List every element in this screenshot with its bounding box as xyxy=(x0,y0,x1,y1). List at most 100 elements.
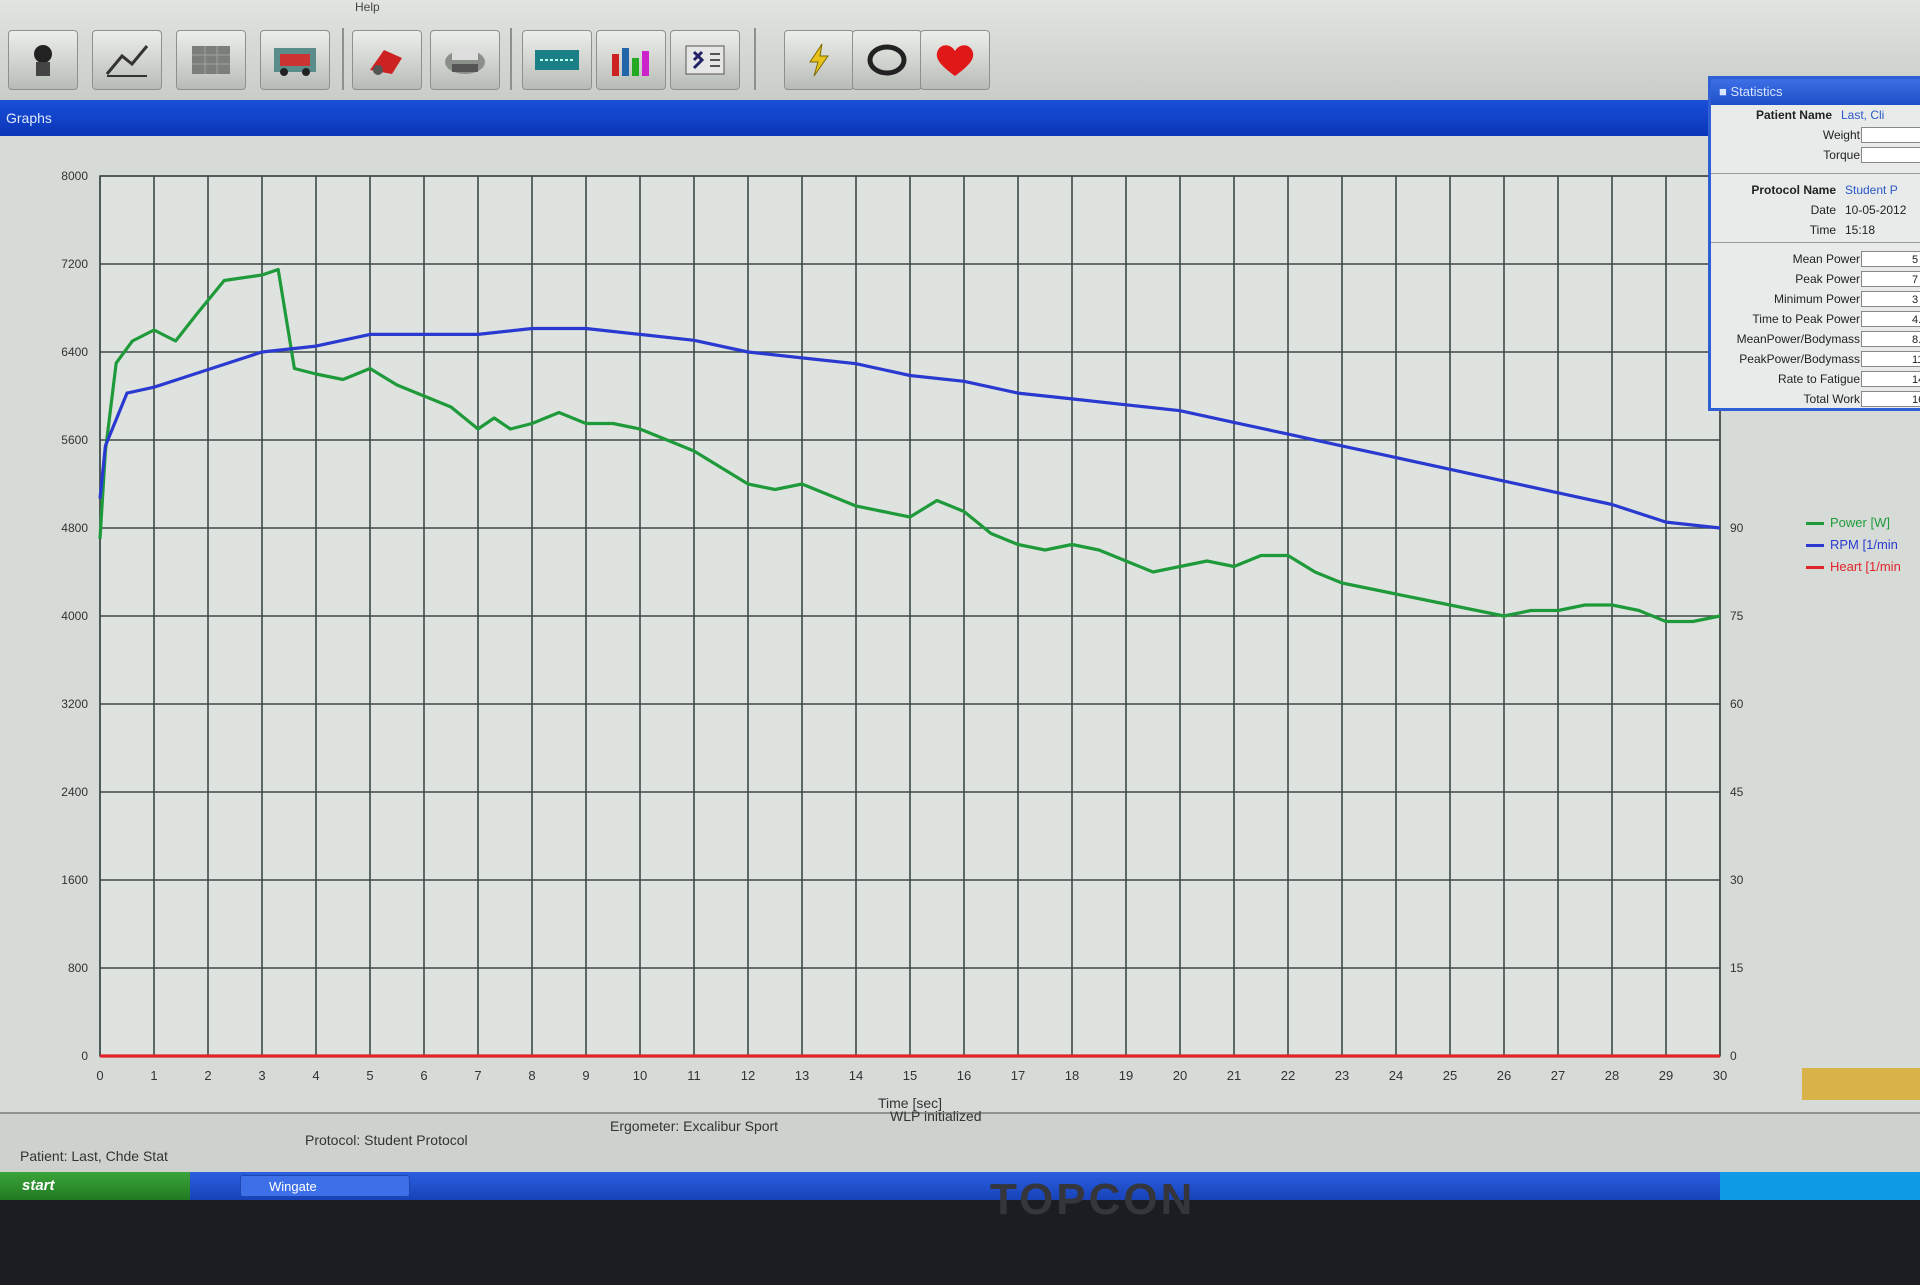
x-tick-label: 7 xyxy=(474,1068,481,1083)
menu-bar: Help xyxy=(0,0,1920,16)
x-tick-label: 22 xyxy=(1281,1068,1295,1083)
stat-label: Weight xyxy=(1822,128,1860,142)
y-left-tick-label: 2400 xyxy=(61,785,88,799)
x-tick-label: 9 xyxy=(582,1068,589,1083)
y-left-tick-label: 800 xyxy=(68,961,88,975)
stat-value: Student P xyxy=(1845,183,1898,197)
taskbar-item-wingate[interactable]: Wingate xyxy=(240,1175,410,1197)
stat-label: MeanPower/Bodymass xyxy=(1736,332,1860,346)
toolbar-button-ring[interactable] xyxy=(852,30,922,90)
stat-rows: Mean Power 5 Peak Power 7 Minimum Power 3 Time… xyxy=(1711,249,1920,408)
x-tick-label: 15 xyxy=(903,1068,917,1083)
stat-label: Total Work xyxy=(1803,392,1860,406)
y-right-tick-label: 0 xyxy=(1730,1049,1737,1063)
legend-swatch xyxy=(1806,522,1824,526)
toolbar-button-print[interactable] xyxy=(430,30,500,90)
stat-row: Peak Power 7 xyxy=(1711,269,1920,289)
stat-label: Rate to Fatigue xyxy=(1777,372,1860,386)
toolbar-separator xyxy=(510,28,512,90)
line-chart: 0 1 2 3 4 5 6 7 8 9 10 11 12 13 14 15 16 17 18 19 20 21 22 23 24… xyxy=(61,169,1744,1111)
stat-date-row: Date 10-05-2012 xyxy=(1711,200,1920,220)
menu-help[interactable]: Help xyxy=(355,0,380,14)
export-icon xyxy=(685,45,725,75)
y-left-tick-label: 3200 xyxy=(61,697,88,711)
x-tick-label: 17 xyxy=(1011,1068,1025,1083)
x-tick-label: 29 xyxy=(1659,1068,1673,1083)
ring-icon xyxy=(867,44,907,76)
stat-weight-field xyxy=(1861,127,1920,143)
y-left-tick-label: 0 xyxy=(81,1049,88,1063)
y-left-tick-label: 1600 xyxy=(61,873,88,887)
toolbar-button-data[interactable] xyxy=(522,30,592,90)
y-left-tick-label: 8000 xyxy=(61,169,88,183)
legend-swatch xyxy=(1806,566,1824,570)
system-tray xyxy=(1720,1172,1920,1200)
stat-weight-row: Weight xyxy=(1711,125,1920,145)
stat-label: Patient Name xyxy=(1755,108,1832,122)
status-bar: Patient: Last, Chde Stat Protocol: Stude… xyxy=(0,1108,1920,1174)
stat-label: Protocol Name xyxy=(1751,183,1836,197)
y-right-tick-label: 75 xyxy=(1730,609,1744,623)
x-tick-label: 21 xyxy=(1227,1068,1241,1083)
stat-patient-row: Patient Name Last, Cli xyxy=(1711,105,1920,125)
status-patient: Patient: Last, Chde Stat xyxy=(20,1148,168,1164)
status-ergometer: Ergometer: Excalibur Sport xyxy=(610,1118,779,1134)
toolbar: Help xyxy=(0,0,1920,102)
toolbar-button-bar-chart[interactable] xyxy=(596,30,666,90)
patient-icon xyxy=(34,45,52,76)
x-tick-label: 20 xyxy=(1173,1068,1187,1083)
stat-row: PeakPower/Bodymass11. xyxy=(1711,349,1920,369)
chart-legend: Power [W] RPM [1/min Heart [1/min xyxy=(1806,512,1901,578)
x-tick-label: 27 xyxy=(1551,1068,1565,1083)
lightning-icon xyxy=(809,43,829,77)
stat-label: Time to Peak Power xyxy=(1752,312,1860,326)
stat-torque-row: Torque xyxy=(1711,145,1920,165)
x-tick-label: 5 xyxy=(366,1068,373,1083)
y-left-tick-label: 4000 xyxy=(61,609,88,623)
toolbar-button-lightning[interactable] xyxy=(784,30,854,90)
legend-label: Power [W] xyxy=(1830,515,1890,530)
status-message: WLP initialized xyxy=(890,1108,982,1124)
stat-label: PeakPower/Bodymass xyxy=(1739,352,1860,366)
toolbar-button-export[interactable] xyxy=(670,30,740,90)
toolbar-button-ergometer[interactable] xyxy=(260,30,330,90)
x-tick-label: 14 xyxy=(849,1068,863,1083)
toolbar-button-protocol[interactable] xyxy=(92,30,162,90)
stat-value-field: 4. xyxy=(1861,311,1920,327)
start-button[interactable]: start xyxy=(0,1172,190,1200)
stat-label: Torque xyxy=(1823,148,1860,162)
x-tick-label: 23 xyxy=(1335,1068,1349,1083)
statistics-title-bar[interactable]: ■ Statistics xyxy=(1711,79,1920,105)
toolbar-button-patient[interactable] xyxy=(8,30,78,90)
divider xyxy=(1711,240,1920,243)
window-title: Graphs xyxy=(6,110,52,126)
x-tick-label: 11 xyxy=(687,1068,701,1083)
toolbar-button-grid[interactable] xyxy=(176,30,246,90)
status-protocol: Protocol: Student Protocol xyxy=(305,1132,468,1148)
monitor-screen: Help Graphs 0 1 2 3 4 5 6 7 8 9 10 11 12… xyxy=(0,0,1920,1200)
x-tick-label: 12 xyxy=(741,1068,755,1083)
stat-value-field: 167 xyxy=(1861,391,1920,407)
stat-value-field: 11. xyxy=(1861,351,1920,367)
y-left-tick-label: 6400 xyxy=(61,345,88,359)
y-right-tick-label: 60 xyxy=(1730,697,1744,711)
stat-torque-field xyxy=(1861,147,1920,163)
legend-item: RPM [1/min xyxy=(1806,534,1901,556)
stat-value-field: 14. xyxy=(1861,371,1920,387)
stat-value: 10-05-2012 xyxy=(1845,203,1907,217)
ergometer-icon xyxy=(274,48,316,76)
legend-swatch xyxy=(1806,544,1824,548)
toolbar-button-calibrate[interactable] xyxy=(352,30,422,90)
toolbar-button-heart[interactable] xyxy=(920,30,990,90)
x-tick-label: 13 xyxy=(795,1068,809,1083)
y-right-tick-label: 15 xyxy=(1730,961,1744,975)
statistics-title: Statistics xyxy=(1730,84,1783,99)
taskbar-item-label: Wingate xyxy=(269,1179,317,1194)
taskbar: start Wingate xyxy=(0,1172,1920,1200)
x-tick-label: 26 xyxy=(1497,1068,1511,1083)
stat-label: Date xyxy=(1810,203,1836,217)
statistics-panel: ■ Statistics Patient Name Last, Cli Weig… xyxy=(1708,76,1920,411)
y-right-tick-label: 90 xyxy=(1730,521,1744,535)
stat-label: Minimum Power xyxy=(1773,292,1860,306)
y-left-tick-label: 4800 xyxy=(61,521,88,535)
